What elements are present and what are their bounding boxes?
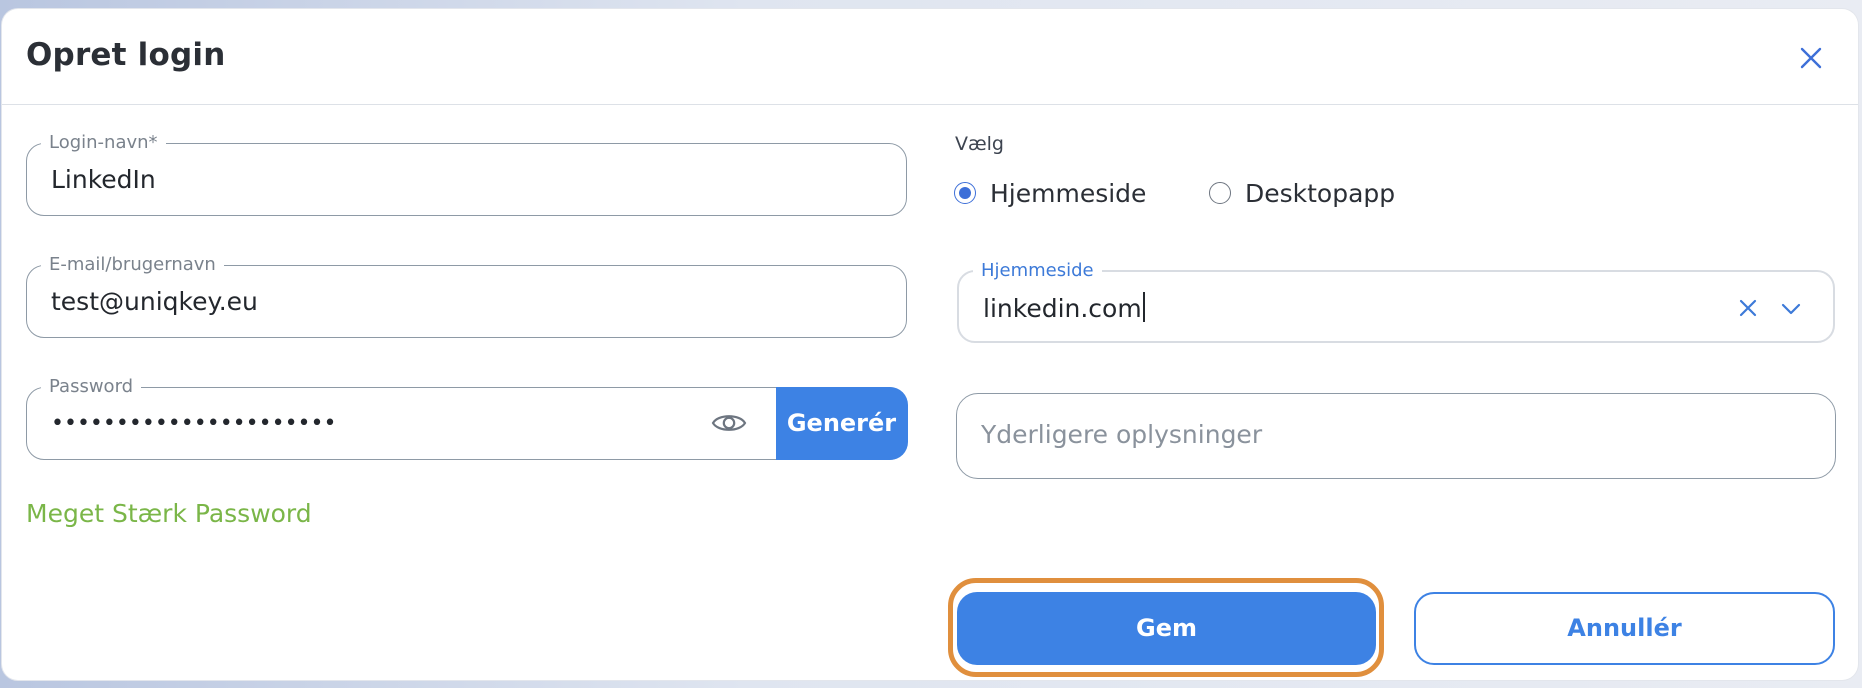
login-name-label: Login-navn* <box>41 132 166 154</box>
website-field[interactable]: Hjemmeside linkedin.com <box>957 260 1835 343</box>
cancel-button[interactable]: Annullér <box>1414 592 1835 665</box>
radio-desktop-app-label: Desktopapp <box>1245 178 1396 208</box>
website-value: linkedin.com <box>983 294 1142 323</box>
email-field[interactable]: E-mail/brugernavn test@uniqkey.eu <box>26 254 907 338</box>
create-login-dialog: Opret login Login-navn* LinkedIn E-mail/… <box>2 9 1858 680</box>
text-caret <box>1142 292 1145 322</box>
notes-input[interactable]: Yderligere oplysninger <box>981 420 1262 449</box>
password-strength: Meget Stærk Password <box>26 499 312 528</box>
clear-icon <box>1739 299 1757 317</box>
password-field[interactable]: Password •••••••••••••••••••••• Generér <box>26 376 908 460</box>
generate-password-button[interactable]: Generér <box>775 386 908 460</box>
password-input[interactable]: •••••••••••••••••••••• <box>51 410 336 438</box>
password-label: Password <box>41 376 142 398</box>
chevron-down-icon <box>1781 303 1801 315</box>
eye-icon <box>711 415 747 431</box>
login-name-input[interactable]: LinkedIn <box>51 164 156 196</box>
website-input[interactable]: linkedin.com <box>983 292 1145 325</box>
radio-desktop-app[interactable]: Desktopapp <box>1209 175 1395 211</box>
save-button[interactable]: Gem <box>957 592 1376 665</box>
radio-website-circle[interactable] <box>954 182 976 204</box>
dialog-title: Opret login <box>26 37 226 73</box>
close-button[interactable] <box>1796 43 1826 73</box>
login-name-field[interactable]: Login-navn* LinkedIn <box>26 132 907 216</box>
show-password-button[interactable] <box>710 408 748 438</box>
notes-field[interactable]: Yderligere oplysninger <box>956 393 1836 479</box>
type-label: Vælg <box>955 133 1004 155</box>
radio-website[interactable]: Hjemmeside <box>954 175 1146 211</box>
website-label: Hjemmeside <box>973 260 1102 282</box>
email-label: E-mail/brugernavn <box>41 254 224 276</box>
dialog-header: Opret login <box>2 9 1858 105</box>
radio-website-label: Hjemmeside <box>990 178 1147 208</box>
close-icon <box>1800 47 1822 69</box>
clear-website-button[interactable] <box>1736 296 1760 320</box>
website-dropdown-button[interactable] <box>1779 298 1803 320</box>
email-input[interactable]: test@uniqkey.eu <box>51 286 258 318</box>
radio-desktop-app-circle[interactable] <box>1209 182 1231 204</box>
